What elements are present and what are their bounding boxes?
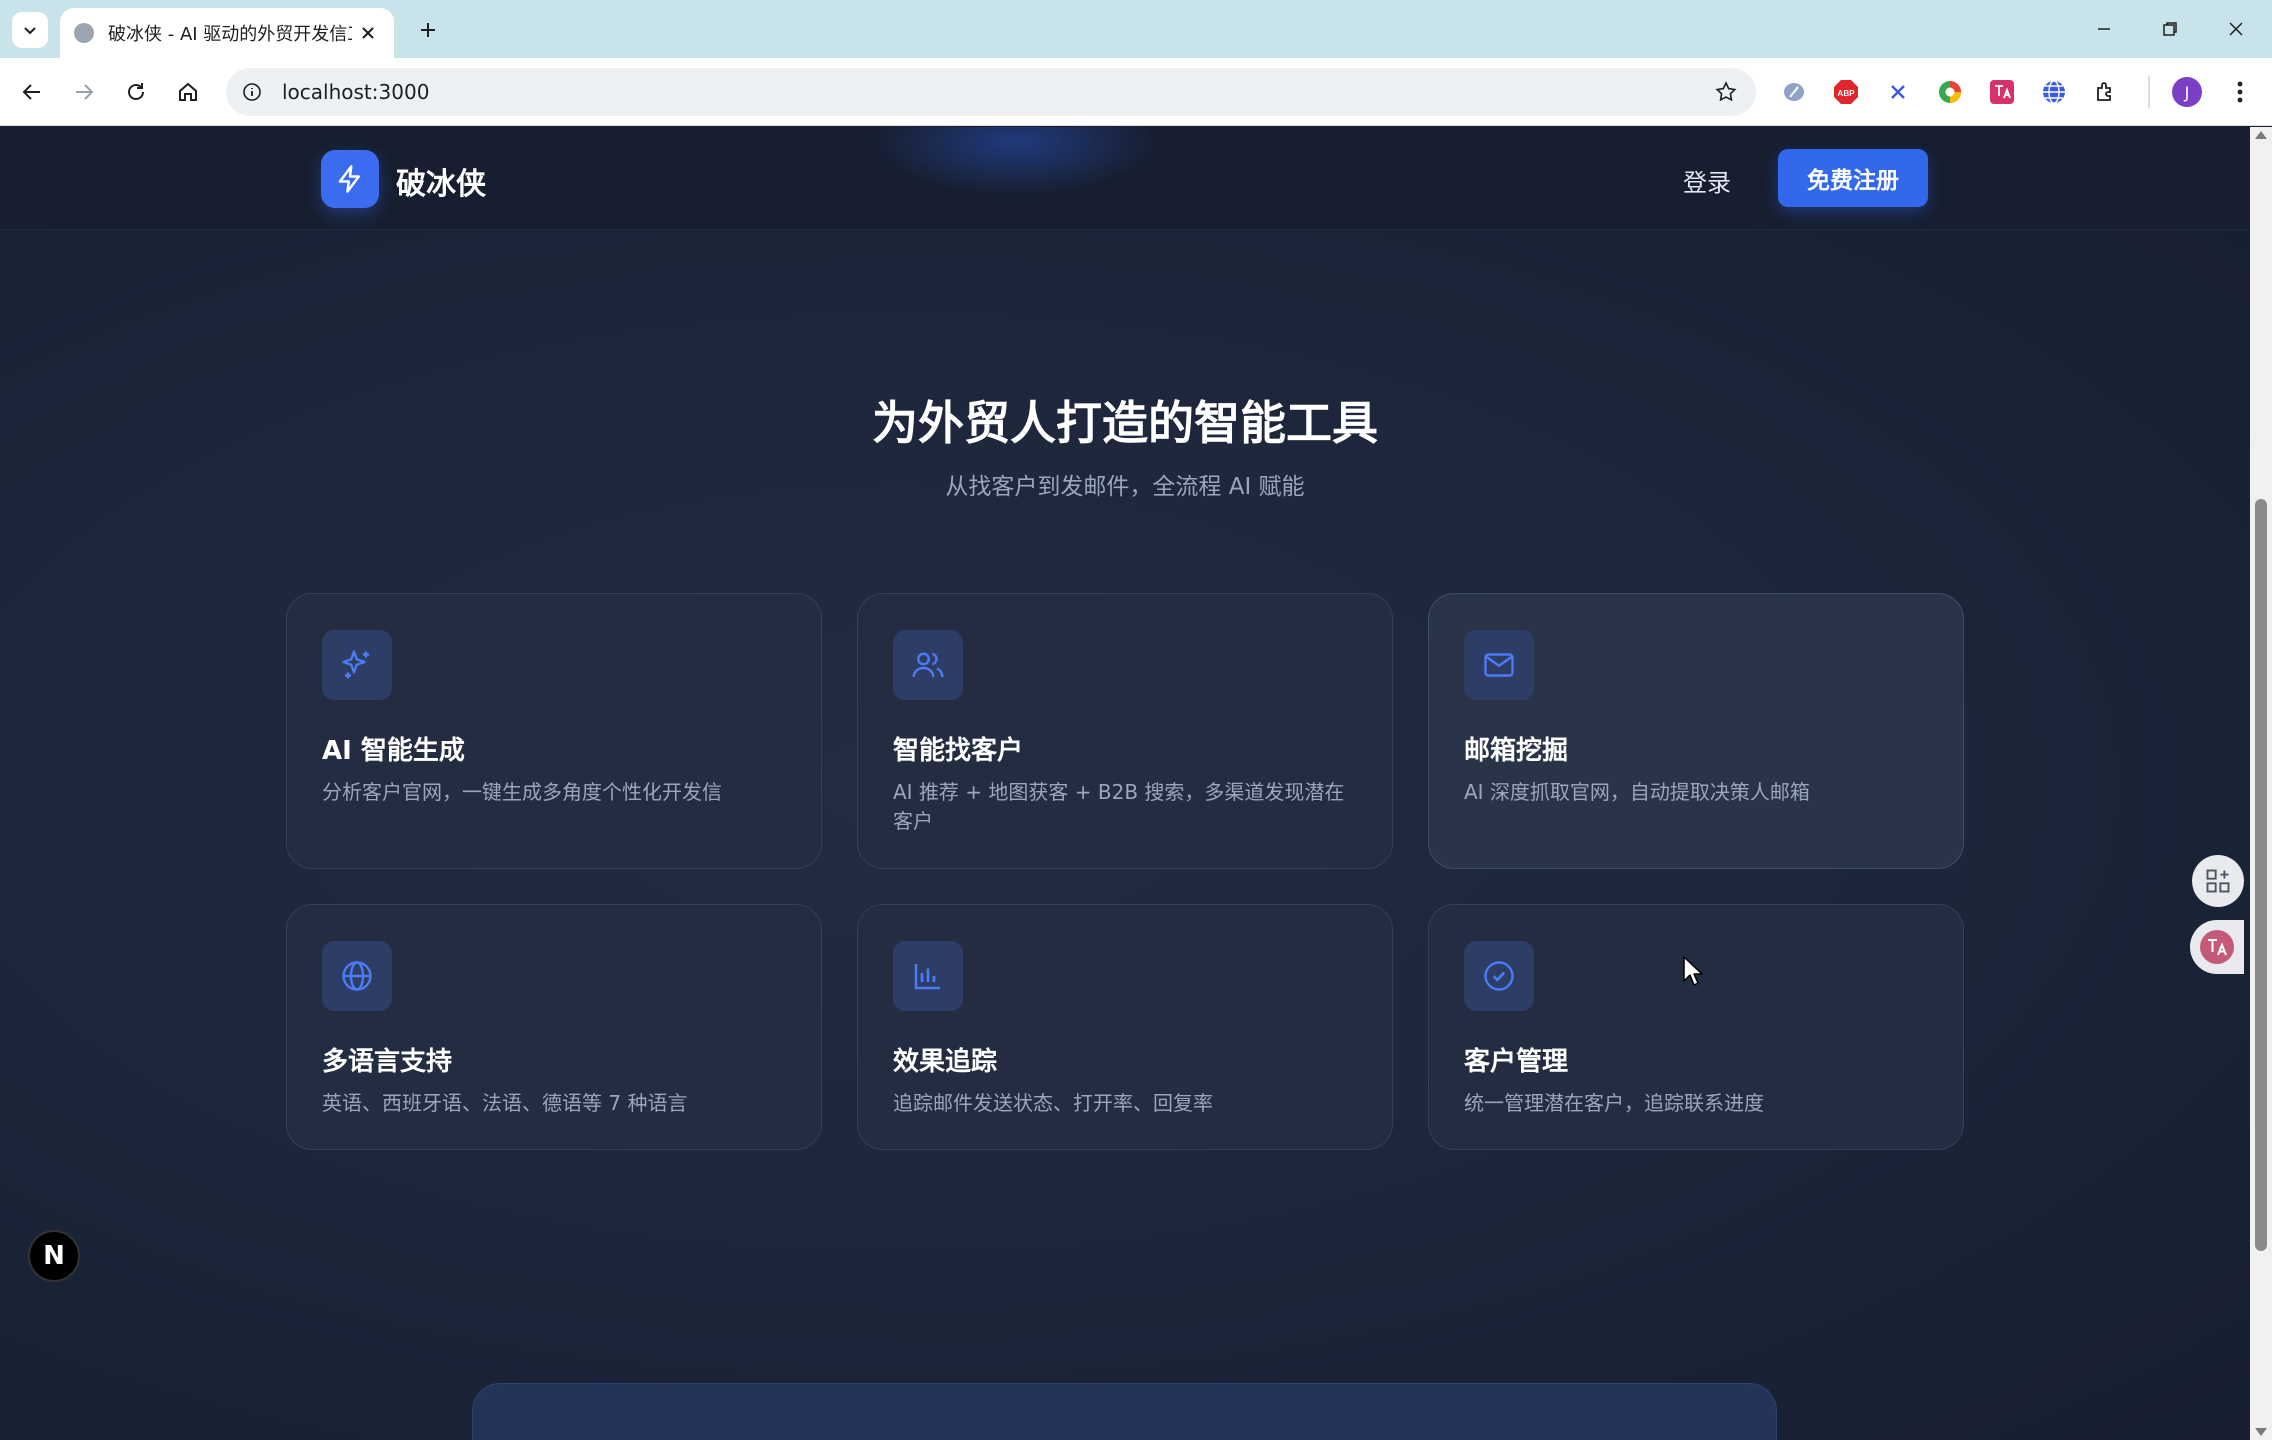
chevron-down-icon (24, 27, 36, 35)
kebab-menu-icon (2237, 81, 2243, 103)
reload-icon (128, 83, 144, 100)
translate-extension-icon[interactable] (1986, 76, 2018, 108)
scroll-up-arrow-icon[interactable] (2255, 131, 2267, 139)
plus-icon (421, 23, 435, 37)
close-icon (2229, 22, 2243, 36)
forward-button[interactable] (64, 72, 104, 112)
back-button[interactable] (12, 72, 52, 112)
tab-title: 破冰侠 - AI 驱动的外贸开发信工 (108, 24, 352, 45)
signup-button[interactable]: 免费注册 (1778, 149, 1928, 207)
extension-colorwheel-icon[interactable] (1934, 76, 1966, 108)
sparkles-icon (322, 630, 392, 700)
url-text: localhost:3000 (282, 80, 430, 104)
tab-search-button[interactable] (12, 12, 48, 48)
window-restore-button[interactable] (2142, 10, 2198, 48)
arrow-right-icon (76, 84, 94, 100)
logo-lightning-icon[interactable] (321, 150, 379, 208)
feature-description: 分析客户官网，一键生成多角度个性化开发信 (322, 780, 722, 804)
minimize-icon (2098, 28, 2110, 30)
window-minimize-button[interactable] (2076, 10, 2132, 48)
tab-close-button[interactable] (356, 21, 380, 45)
site-info-icon[interactable] (236, 76, 268, 108)
cta-panel (472, 1383, 1777, 1440)
header-glow (870, 127, 1160, 197)
home-button[interactable] (168, 72, 208, 112)
feature-description: AI 深度抓取官网，自动提取决策人邮箱 (1464, 780, 1810, 804)
check-circle-icon (1464, 941, 1534, 1011)
feature-description: 追踪邮件发送状态、打开率、回复率 (893, 1091, 1213, 1115)
reload-button[interactable] (116, 72, 156, 112)
scrollbar-thumb[interactable] (2255, 499, 2267, 1251)
floating-qr-button[interactable] (2192, 855, 2244, 907)
section-title: 为外贸人打造的智能工具 (872, 396, 1378, 450)
feature-card-find-customers[interactable]: 智能找客户 AI 推荐 + 地图获客 + B2B 搜索，多渠道发现潜在客户 (857, 593, 1393, 869)
browser-tab-bar: 破冰侠 - AI 驱动的外贸开发信工 (0, 0, 2272, 58)
globe-favicon-icon (74, 23, 94, 43)
feature-card-email-mining[interactable]: 邮箱挖掘 AI 深度抓取官网，自动提取决策人邮箱 (1428, 593, 1964, 869)
adblock-icon[interactable]: ABP (1830, 76, 1862, 108)
extensions-puzzle-icon[interactable] (2090, 76, 2122, 108)
mouse-cursor-icon (1683, 956, 1703, 986)
window-close-button[interactable] (2208, 10, 2264, 48)
profile-avatar[interactable]: J (2172, 77, 2202, 107)
feature-title: 客户管理 (1464, 1047, 1569, 1077)
grid-add-icon (2206, 869, 2230, 893)
feature-title: 多语言支持 (322, 1047, 453, 1077)
globe-extension-icon[interactable] (2038, 76, 2070, 108)
mail-icon (1464, 630, 1534, 700)
feature-description: 统一管理潜在客户，追踪联系进度 (1464, 1091, 1764, 1115)
feature-title: 效果追踪 (893, 1047, 998, 1077)
floating-translate-button[interactable] (2190, 920, 2244, 974)
nextjs-dev-badge[interactable]: N (28, 1230, 80, 1282)
feature-card-multilingual[interactable]: 多语言支持 英语、西班牙语、法语、德语等 7 种语言 (286, 904, 822, 1150)
bar-chart-icon (893, 941, 963, 1011)
translate-icon (2200, 930, 2234, 964)
logo-text[interactable]: 破冰侠 (396, 159, 486, 203)
address-bar[interactable]: localhost:3000 (226, 68, 1756, 116)
toolbar-divider (2148, 76, 2150, 108)
browser-tab-active[interactable]: 破冰侠 - AI 驱动的外贸开发信工 (60, 8, 394, 58)
scroll-down-arrow-icon[interactable] (2255, 1428, 2267, 1436)
feature-description: AI 推荐 + 地图获客 + B2B 搜索，多渠道发现潜在客户 (893, 780, 1345, 833)
restore-icon (2163, 22, 2177, 36)
feature-title: 邮箱挖掘 (1464, 736, 1569, 766)
globe-icon (322, 941, 392, 1011)
feature-description: 英语、西班牙语、法语、德语等 7 种语言 (322, 1091, 688, 1115)
page-scrollbar[interactable] (2250, 127, 2272, 1440)
section-subtitle: 从找客户到发邮件，全流程 AI 赋能 (945, 474, 1305, 500)
arrow-left-icon (22, 84, 40, 100)
close-icon (362, 27, 374, 39)
bookmark-star-icon[interactable] (1712, 78, 1740, 106)
extension-feather-icon[interactable] (1778, 76, 1810, 108)
browser-toolbar: localhost:3000 (0, 58, 2272, 126)
users-icon (893, 630, 963, 700)
home-icon (179, 82, 197, 101)
page-viewport: 破冰侠 登录 免费注册 为外贸人打造的智能工具 从找客户到发邮件，全流程 AI … (0, 127, 2250, 1440)
feature-title: 智能找客户 (893, 736, 1024, 766)
new-tab-button[interactable] (410, 12, 446, 48)
feature-card-ai-generate[interactable]: AI 智能生成 分析客户官网，一键生成多角度个性化开发信 (286, 593, 822, 869)
extension-x-icon[interactable] (1882, 76, 1914, 108)
svg-text:ABP: ABP (1838, 89, 1856, 98)
site-header: 破冰侠 登录 免费注册 (0, 127, 2250, 230)
feature-title: AI 智能生成 (322, 736, 465, 766)
feature-card-customer-management[interactable]: 客户管理 统一管理潜在客户，追踪联系进度 (1428, 904, 1964, 1150)
login-link[interactable]: 登录 (1683, 163, 1731, 198)
browser-menu-button[interactable] (2224, 76, 2256, 108)
feature-card-tracking[interactable]: 效果追踪 追踪邮件发送状态、打开率、回复率 (857, 904, 1393, 1150)
